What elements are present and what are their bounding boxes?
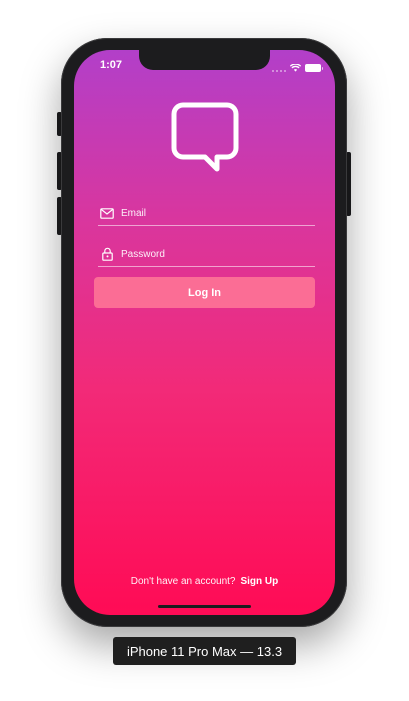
email-placeholder: Email <box>121 207 147 219</box>
device-label: iPhone 11 Pro Max — 13.3 <box>113 637 296 665</box>
mail-icon <box>100 206 114 220</box>
signup-prompt: Don't have an account? <box>130 576 236 587</box>
login-button[interactable]: Log In <box>94 277 315 308</box>
password-placeholder: Password <box>121 248 165 260</box>
lock-icon <box>100 247 114 261</box>
signup-link[interactable]: Sign Up <box>240 576 278 587</box>
cellular-signal-icon <box>272 64 286 72</box>
wifi-icon <box>289 59 302 77</box>
chat-bubble-icon <box>171 102 239 174</box>
signup-row: Don't have an account? Sign Up <box>74 576 335 587</box>
email-field[interactable]: Email <box>98 201 315 226</box>
device-notch <box>139 50 270 70</box>
battery-icon <box>305 64 323 72</box>
status-time: 1:07 <box>100 59 123 71</box>
app-screen: 1:07 Email Password Log In Don't have an… <box>74 50 335 615</box>
simulator-stage: 1:07 Email Password Log In Don't have an… <box>0 0 409 701</box>
status-indicators <box>272 59 323 77</box>
home-indicator[interactable] <box>158 605 251 608</box>
password-field[interactable]: Password <box>98 242 315 267</box>
